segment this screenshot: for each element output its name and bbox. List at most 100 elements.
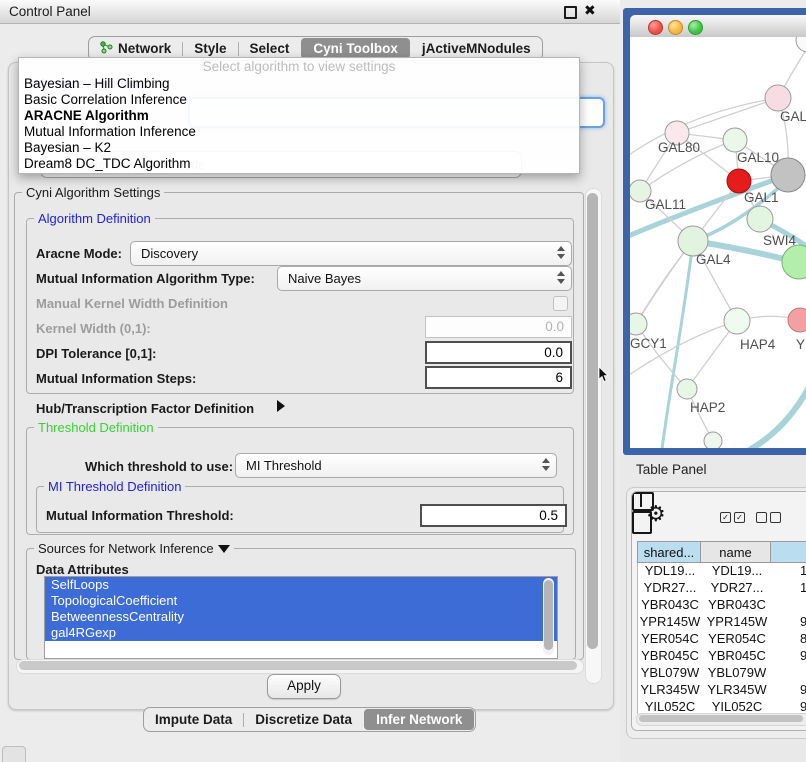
table-cell[interactable]: YBL079W xyxy=(702,665,772,682)
network-edge[interactable] xyxy=(630,98,778,157)
table-cell[interactable]: YBR045C xyxy=(638,648,702,665)
minimize-traffic-light[interactable] xyxy=(668,20,683,35)
table-horizontal-scrollbar[interactable] xyxy=(636,713,806,726)
aracne-mode-select[interactable]: Discovery xyxy=(130,241,572,266)
table-cell[interactable]: YER054C xyxy=(638,631,702,648)
table-cell[interactable]: YDL19... xyxy=(638,563,702,580)
table-cell[interactable]: YBR045C xyxy=(702,648,772,665)
tab-jactivemnodules[interactable]: jActiveMNodules xyxy=(411,39,542,58)
float-window-icon[interactable] xyxy=(564,6,577,19)
close-traffic-light[interactable] xyxy=(648,20,663,35)
table-cell[interactable]: 8. xyxy=(772,631,806,648)
algorithm-option[interactable]: ARACNE Algorithm xyxy=(19,108,579,124)
tab-select[interactable]: Select xyxy=(239,39,301,58)
table-cell[interactable]: YDR27... xyxy=(702,580,772,597)
table-cell[interactable] xyxy=(772,597,806,614)
table-row[interactable]: YER054CYER054C8. xyxy=(638,631,806,648)
tab-cyni-toolbox[interactable]: Cyni Toolbox xyxy=(301,38,410,59)
mi-algorithm-type-select[interactable]: Naive Bayes xyxy=(277,266,572,291)
network-node-hap4[interactable] xyxy=(724,308,750,334)
table-cell[interactable]: YBR043C xyxy=(702,597,772,614)
column-header-shared[interactable]: shared... xyxy=(637,541,701,563)
network-node-y[interactable] xyxy=(788,308,806,332)
table-cell[interactable]: YDR27... xyxy=(638,580,702,597)
scrollbar-thumb[interactable] xyxy=(587,193,598,649)
gear-icon[interactable]: ⚙ xyxy=(646,501,666,527)
tab-infer-network[interactable]: Infer Network xyxy=(364,709,474,730)
table-body[interactable]: YDL19...YDL19...13YDR27...YDR27...12YBR0… xyxy=(637,563,806,714)
checked-pair-icon[interactable]: ✓✓ xyxy=(720,512,745,523)
apply-button[interactable]: Apply xyxy=(267,674,341,699)
network-node-gal[interactable] xyxy=(765,85,791,111)
attribute-list-item[interactable]: BetweennessCentrality xyxy=(45,609,557,625)
attribute-list-item[interactable]: TopologicalCoefficient xyxy=(45,593,557,609)
settings-horizontal-scrollbar[interactable] xyxy=(16,659,584,674)
collapse-arrow-icon[interactable] xyxy=(218,545,230,553)
network-node[interactable] xyxy=(796,37,806,52)
table-cell[interactable]: YLR345W xyxy=(638,682,702,699)
table-row[interactable]: YBR043CYBR043C xyxy=(638,597,806,614)
mi-threshold-input[interactable]: 0.5 xyxy=(420,504,567,527)
tab-impute-data[interactable]: Impute Data xyxy=(144,710,243,729)
algorithm-option[interactable]: Bayesian – K2 xyxy=(19,140,579,156)
table-row[interactable]: YBL079WYBL079W xyxy=(638,665,806,682)
tab-style[interactable]: Style xyxy=(183,39,237,58)
table-row[interactable]: YDL19...YDL19...13 xyxy=(638,563,806,580)
table-cell[interactable]: YER054C xyxy=(702,631,772,648)
algorithm-option[interactable]: Bayesian – Hill Climbing xyxy=(19,76,579,92)
table-cell[interactable]: YPR145W xyxy=(702,614,772,631)
table-row[interactable]: YBR045CYBR045C9. xyxy=(638,648,806,665)
which-threshold-select[interactable]: MI Threshold xyxy=(235,453,557,478)
scrollbar-thumb[interactable] xyxy=(639,715,803,722)
attribute-list-item[interactable]: gal4RGexp xyxy=(45,625,557,641)
column-header-partial[interactable] xyxy=(771,541,806,563)
table-cell[interactable]: 9. xyxy=(772,614,806,631)
scrollbar-thumb[interactable] xyxy=(544,580,553,650)
attributes-scrollbar[interactable] xyxy=(543,578,554,655)
network-edge[interactable] xyxy=(677,98,778,133)
close-icon[interactable]: ✖ xyxy=(584,2,596,19)
attribute-list-item[interactable]: SelfLoops xyxy=(45,577,557,593)
table-row[interactable]: YLR345WYLR345W9. xyxy=(638,682,806,699)
scrollbar-thumb[interactable] xyxy=(19,661,577,670)
network-node[interactable] xyxy=(771,158,805,192)
unchecked-pair-icon[interactable] xyxy=(756,512,781,523)
algorithm-option[interactable]: Dream8 DC_TDC Algorithm xyxy=(19,156,579,172)
table-cell[interactable]: YIL052C xyxy=(638,699,702,714)
network-node-hap2[interactable] xyxy=(677,379,697,399)
table-cell[interactable]: YDL19... xyxy=(702,563,772,580)
network-node[interactable] xyxy=(704,432,722,448)
table-cell[interactable]: 12 xyxy=(772,580,806,597)
table-cell[interactable] xyxy=(772,665,806,682)
table-row[interactable]: YPR145WYPR145W9. xyxy=(638,614,806,631)
network-node-gcy1[interactable] xyxy=(630,313,647,335)
manual-kernel-checkbox[interactable] xyxy=(553,296,568,311)
table-cell[interactable]: YPR145W xyxy=(638,614,702,631)
network-canvas[interactable]: GALGAL80GAL10GAL1GAL11GAL4SWI4GCY1HAP4YH… xyxy=(630,37,806,448)
algorithm-option[interactable]: Basic Correlation Inference xyxy=(19,92,579,108)
partial-corner-button[interactable] xyxy=(2,746,26,762)
table-cell[interactable]: YBL079W xyxy=(638,665,702,682)
data-attributes-list[interactable]: SelfLoopsTopologicalCoefficientBetweenne… xyxy=(44,576,558,659)
table-cell[interactable]: YLR345W xyxy=(702,682,772,699)
table-cell[interactable]: 9. xyxy=(772,648,806,665)
settings-vertical-scrollbar[interactable] xyxy=(585,188,602,684)
tab-discretize-data[interactable]: Discretize Data xyxy=(244,710,363,729)
network-edge[interactable] xyxy=(736,385,806,448)
table-cell[interactable]: YIL052C xyxy=(702,699,772,714)
expand-arrow-icon[interactable] xyxy=(277,400,285,412)
zoom-traffic-light[interactable] xyxy=(688,20,703,35)
table-cell[interactable]: 9. xyxy=(772,682,806,699)
network-node-swi4[interactable] xyxy=(747,206,773,232)
mi-steps-input[interactable]: 6 xyxy=(425,366,572,389)
column-header-name[interactable]: name xyxy=(701,541,771,563)
kernel-width-input[interactable]: 0.0 xyxy=(425,316,572,338)
table-cell[interactable]: 9 xyxy=(772,699,806,714)
dpi-tolerance-input[interactable]: 0.0 xyxy=(425,341,572,364)
table-cell[interactable]: 13 xyxy=(772,563,806,580)
table-row[interactable]: YDR27...YDR27...12 xyxy=(638,580,806,597)
table-row[interactable]: YIL052CYIL052C9 xyxy=(638,699,806,714)
network-node[interactable] xyxy=(782,245,806,279)
network-node-gal10[interactable] xyxy=(723,128,747,152)
table-cell[interactable]: YBR043C xyxy=(638,597,702,614)
